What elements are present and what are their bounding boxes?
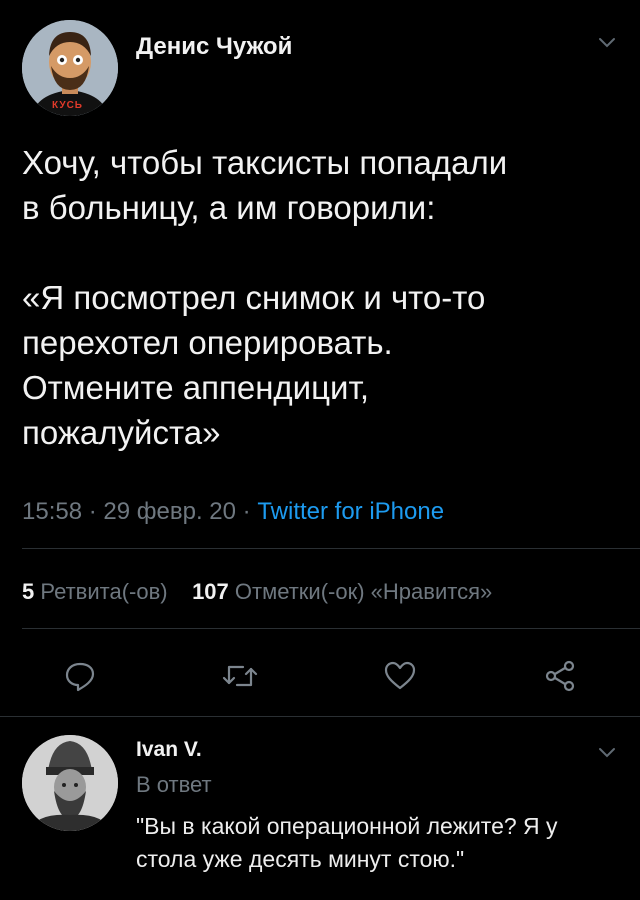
reply-author-avatar[interactable] xyxy=(22,735,118,831)
share-icon xyxy=(545,660,575,692)
tweet-source-link[interactable]: Twitter for iPhone xyxy=(257,498,444,525)
retweets-label: Ретвита(-ов) xyxy=(40,579,168,604)
reply-to-label: В ответ xyxy=(136,772,212,797)
reply-menu-chevron-icon[interactable] xyxy=(598,746,616,764)
reply-text: "Вы в какой операционной лежите? Я у сто… xyxy=(136,813,558,872)
tweet-meta: 15:58 · 29 февр. 20 · Twitter for iPhone xyxy=(22,498,444,526)
tweet-date: 29 февр. 20 xyxy=(103,498,236,525)
like-button[interactable] xyxy=(380,656,420,696)
avatar-badge-text: КУСЬ xyxy=(52,100,83,111)
retweets-count: 5 xyxy=(22,579,35,604)
retweet-button[interactable] xyxy=(220,656,260,696)
author-avatar[interactable]: КУСЬ xyxy=(22,20,118,116)
author-name[interactable]: Денис Чужой xyxy=(136,33,292,61)
retweets-stat[interactable]: 5 Ретвита(-ов) xyxy=(22,579,168,604)
meta-separator: · xyxy=(82,498,104,525)
likes-label: Отметки(-ок) «Нравится» xyxy=(234,579,493,604)
reply-button[interactable] xyxy=(60,656,100,696)
likes-count: 107 xyxy=(192,579,229,604)
tweet-stats: 5 Ретвита(-ов) 107 Отметки(-ок) «Нравитс… xyxy=(22,579,492,605)
heart-icon xyxy=(384,661,416,690)
tweet-menu-chevron-icon[interactable] xyxy=(598,36,616,54)
divider xyxy=(22,628,640,629)
share-button[interactable] xyxy=(540,656,580,696)
reply-avatar-image xyxy=(22,735,118,831)
retweet-icon xyxy=(222,665,258,687)
reply-author-name[interactable]: Ivan V. xyxy=(136,738,202,762)
divider xyxy=(0,716,640,717)
likes-stat[interactable]: 107 Отметки(-ок) «Нравится» xyxy=(192,579,492,604)
meta-separator: · xyxy=(235,498,258,525)
divider xyxy=(22,548,640,549)
tweet-text: Хочу, чтобы таксисты попадали в больницу… xyxy=(22,144,508,451)
reply-icon xyxy=(65,662,95,692)
tweet-time: 15:58 xyxy=(22,498,83,525)
